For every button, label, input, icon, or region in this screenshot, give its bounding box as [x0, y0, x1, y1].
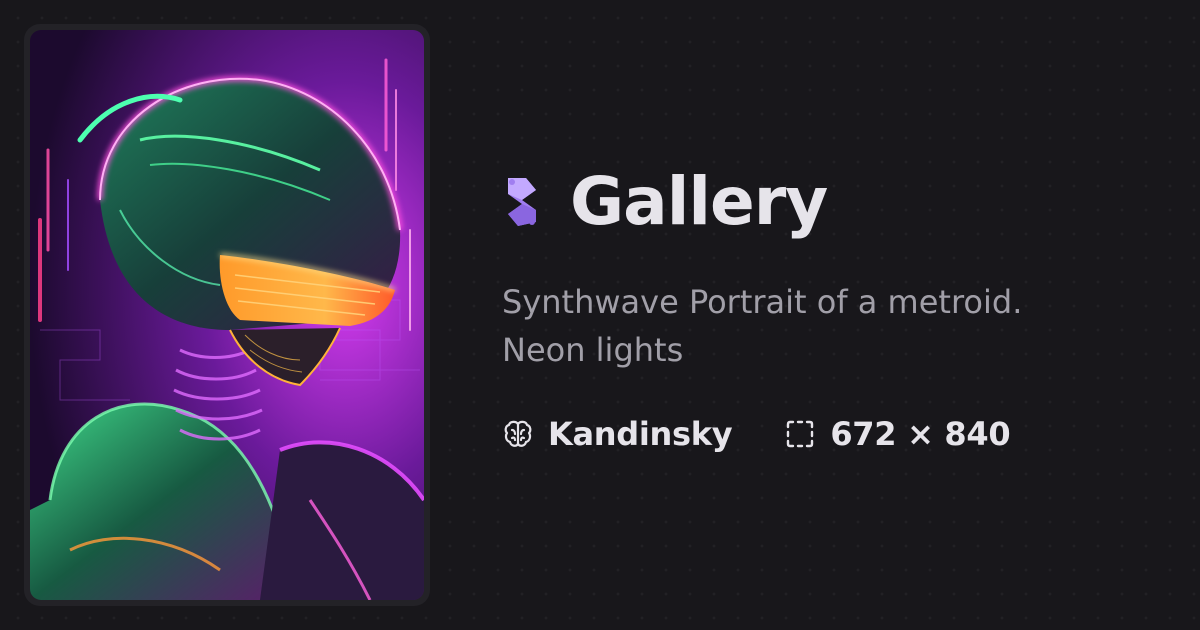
header: Gallery: [502, 160, 1182, 244]
model-info: Kandinsky: [502, 415, 733, 453]
dimensions-icon: [784, 418, 816, 450]
page-title: Gallery: [570, 163, 828, 240]
artwork-description: Synthwave Portrait of a metroid. Neon li…: [502, 283, 1023, 369]
model-name: Kandinsky: [548, 415, 733, 453]
info-panel: Gallery Synthwave Portrait of a metroid.…: [502, 160, 1182, 454]
artwork-meta: Kandinsky 672 × 840: [502, 414, 1182, 454]
brain-icon: [502, 418, 534, 450]
dimensions-info: 672 × 840: [784, 415, 1011, 453]
artwork-image: [30, 30, 424, 600]
artwork-card[interactable]: [24, 24, 430, 606]
image-dimensions: 672 × 840: [830, 415, 1011, 453]
gallery-logo-icon: [502, 174, 542, 230]
